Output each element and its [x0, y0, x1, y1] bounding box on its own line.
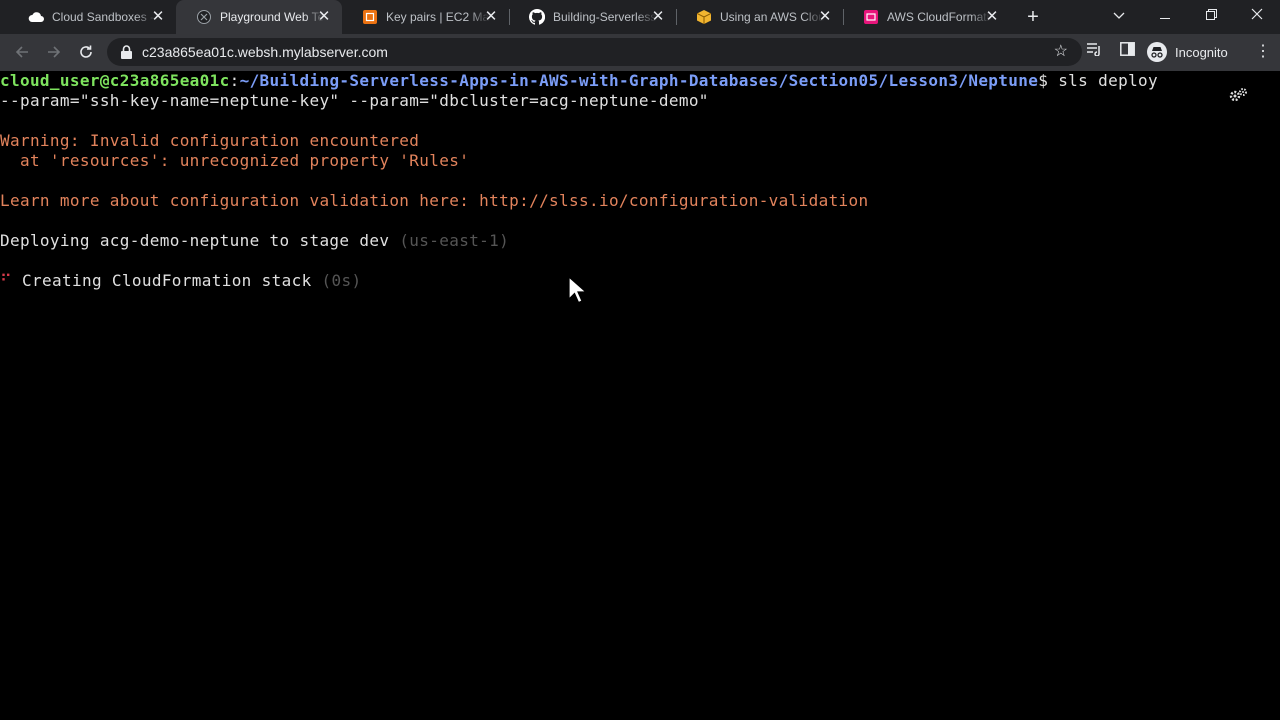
close-icon[interactable]: ✕ — [316, 9, 332, 25]
close-icon[interactable]: ✕ — [817, 9, 833, 25]
lock-icon[interactable] — [121, 45, 133, 59]
terminal[interactable]: cloud_user@c23a865ea01c:~/Building-Serve… — [0, 71, 1280, 720]
prompt-user: cloud_user@c23a865ea01c — [0, 71, 230, 90]
tab-title: Key pairs | EC2 Man — [386, 10, 490, 24]
bookmark-star-icon[interactable]: ☆ — [1054, 43, 1068, 61]
incognito-profile-button[interactable]: Incognito — [1147, 40, 1228, 64]
mouse-cursor-icon — [568, 275, 588, 308]
cloudformation-icon — [863, 10, 879, 24]
github-icon — [529, 9, 545, 25]
close-icon[interactable]: ✕ — [650, 9, 666, 25]
incognito-icon — [1147, 42, 1167, 62]
tab-building-serverless[interactable]: Building-Serverless ✕ — [509, 0, 676, 34]
settings-gear-icon[interactable] — [1228, 87, 1248, 103]
reload-button[interactable] — [73, 40, 99, 64]
tab-strip: Cloud Sandboxes - ✕ Playground Web Te ✕ … — [0, 0, 1280, 34]
tab-title: Cloud Sandboxes - — [52, 10, 155, 24]
more-menu-icon[interactable]: ⋮ — [1255, 41, 1271, 63]
aws-box-icon — [696, 10, 712, 24]
minimize-button[interactable] — [1142, 0, 1188, 32]
deploying-line: Deploying acg-demo-neptune to stage dev … — [0, 231, 509, 251]
tab-cloud-sandboxes[interactable]: Cloud Sandboxes - ✕ — [8, 0, 176, 34]
tab-playground[interactable]: Playground Web Te ✕ — [176, 0, 342, 34]
elapsed-text: (0s) — [321, 271, 362, 290]
warning-line: Warning: Invalid configuration encounter… — [0, 131, 420, 150]
address-bar[interactable]: c23a865ea01c.websh.mylabserver.com ☆ — [107, 38, 1082, 66]
command-text: sls deploy — [1058, 71, 1159, 90]
close-icon[interactable]: ✕ — [150, 9, 166, 25]
prompt-path: ~/Building-Serverless-Apps-in-AWS-with-G… — [239, 71, 1039, 90]
tab-aws-cloudformation[interactable]: AWS CloudFormatio ✕ — [843, 0, 1010, 34]
region-text: (us-east-1) — [399, 231, 510, 250]
tab-search-chevron-icon[interactable] — [1096, 0, 1142, 32]
tab-title: Building-Serverless — [553, 10, 657, 24]
creating-line: ⠋ Creating CloudFormation stack (0s) — [0, 271, 361, 291]
profile-label: Incognito — [1175, 44, 1228, 60]
playground-icon — [196, 10, 212, 24]
close-icon[interactable]: ✕ — [984, 9, 1000, 25]
cloud-icon — [28, 10, 44, 24]
learn-more-line: Learn more about configuration validatio… — [0, 191, 869, 210]
side-panel-icon[interactable] — [1120, 41, 1135, 63]
close-window-button[interactable] — [1234, 0, 1280, 32]
tab-title: Using an AWS Clou — [720, 10, 824, 24]
browser-toolbar: c23a865ea01c.websh.mylabserver.com ☆ Inc… — [0, 34, 1280, 71]
media-controls-icon[interactable] — [1087, 41, 1103, 63]
forward-button[interactable] — [41, 40, 67, 64]
tab-using-aws-cloud[interactable]: Using an AWS Clou ✕ — [676, 0, 843, 34]
close-icon[interactable]: ✕ — [483, 9, 499, 25]
tab-title: AWS CloudFormatio — [887, 10, 991, 24]
command-continuation: --param="ssh-key-name=neptune-key" --par… — [0, 91, 709, 110]
url-text[interactable]: c23a865ea01c.websh.mylabserver.com — [142, 45, 388, 59]
tab-title: Playground Web Te — [220, 10, 324, 24]
prompt-dollar: $ — [1038, 71, 1059, 90]
back-button[interactable] — [9, 40, 35, 64]
tab-key-pairs[interactable]: Key pairs | EC2 Man ✕ — [342, 0, 509, 34]
spinner-icon: ⠋ — [0, 271, 13, 290]
new-tab-button[interactable]: + — [1021, 5, 1045, 29]
prompt-separator: : — [229, 71, 240, 90]
aws-ec2-icon — [362, 10, 378, 24]
prompt-line: cloud_user@c23a865ea01c:~/Building-Serve… — [0, 71, 1158, 91]
warning-detail-line: at 'resources': unrecognized property 'R… — [0, 151, 470, 170]
deploying-text: Deploying acg-demo-neptune to stage dev — [0, 231, 400, 250]
creating-text: Creating CloudFormation stack — [12, 271, 322, 290]
restore-button[interactable] — [1188, 0, 1234, 32]
